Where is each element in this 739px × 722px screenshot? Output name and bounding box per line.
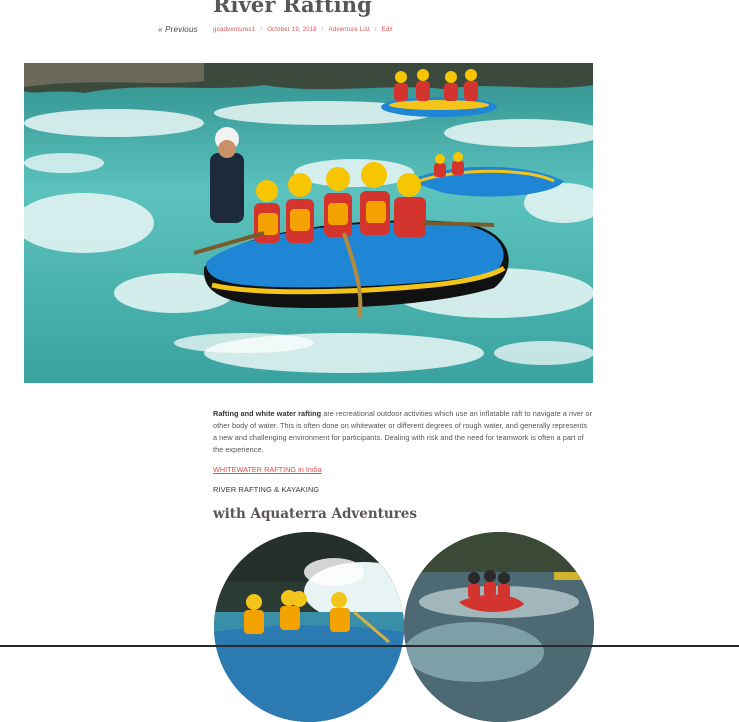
rafting-photo-1 xyxy=(214,532,404,722)
rafting-photo xyxy=(24,63,593,383)
rafting-photo-2 xyxy=(404,532,594,722)
gallery-image-2[interactable] xyxy=(404,532,594,722)
post-title: River Rafting xyxy=(213,0,372,17)
previous-post-link[interactable]: « Previous xyxy=(158,25,198,34)
intro-bold: Rafting and white water rafting xyxy=(213,409,322,418)
post-content: Rafting and white water rafting are recr… xyxy=(213,408,593,522)
date-link[interactable]: October 19, 2018 xyxy=(267,27,317,33)
whitewater-rafting-link[interactable]: WHITEWATER RAFTING in India xyxy=(213,465,322,474)
author-link[interactable]: goadventures1 xyxy=(213,27,255,33)
gallery xyxy=(213,532,594,722)
link-paragraph: WHITEWATER RAFTING in India xyxy=(213,464,593,476)
section-label: RIVER RAFTING & KAYAKING xyxy=(213,485,320,494)
intro-paragraph: Rafting and white water rafting are recr… xyxy=(213,408,593,456)
section-heading: with Aquaterra Adventures xyxy=(213,506,417,522)
gallery-image-1[interactable] xyxy=(214,532,404,722)
category-link[interactable]: Adventure List xyxy=(329,27,370,33)
edit-link[interactable]: Edit xyxy=(382,27,393,33)
post-meta: goadventures1/October 19, 2018/Adventure… xyxy=(213,27,393,33)
hero-image xyxy=(24,63,593,383)
